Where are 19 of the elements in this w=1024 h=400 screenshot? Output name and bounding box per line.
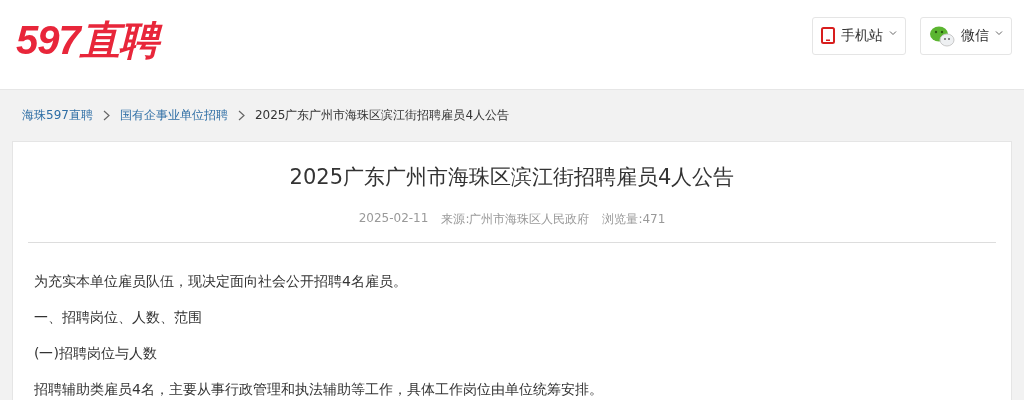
paragraph: 招聘辅助类雇员4名，主要从事行政管理和执法辅助等工作，具体工作岗位由单位统筹安排。: [34, 381, 604, 398]
paragraph: 为充实本单位雇员队伍，现决定面向社会公开招聘4名雇员。: [34, 273, 408, 290]
paragraph: (一)招聘岗位与人数: [34, 345, 158, 362]
breadcrumb-current: 2025广东广州市海珠区滨江街招聘雇员4人公告: [254, 107, 510, 124]
chevron-icon: [102, 110, 110, 121]
tablet-icon: [821, 27, 835, 44]
caret-icon: [889, 29, 897, 36]
breadcrumb-link[interactable]: 海珠597直聘: [22, 107, 93, 124]
chat-bubbles-icon: [929, 24, 955, 47]
header-link[interactable]: 手机站: [812, 16, 906, 55]
article-title: 2025广东广州市海珠区滨江街招聘雇员4人公告: [288, 164, 736, 191]
header-link[interactable]: 微信: [920, 16, 1012, 55]
view-count: 浏览量:471: [602, 211, 666, 228]
breadcrumb-link[interactable]: 国有企事业单位招聘: [119, 107, 228, 124]
paragraph: 一、招聘岗位、人数、范围: [34, 309, 203, 326]
chevron-icon: [237, 110, 245, 121]
caret-icon: [995, 29, 1003, 36]
publish-date: 2025-02-11: [358, 211, 429, 227]
article-source: 来源:广州市海珠区人民政府: [441, 211, 590, 228]
